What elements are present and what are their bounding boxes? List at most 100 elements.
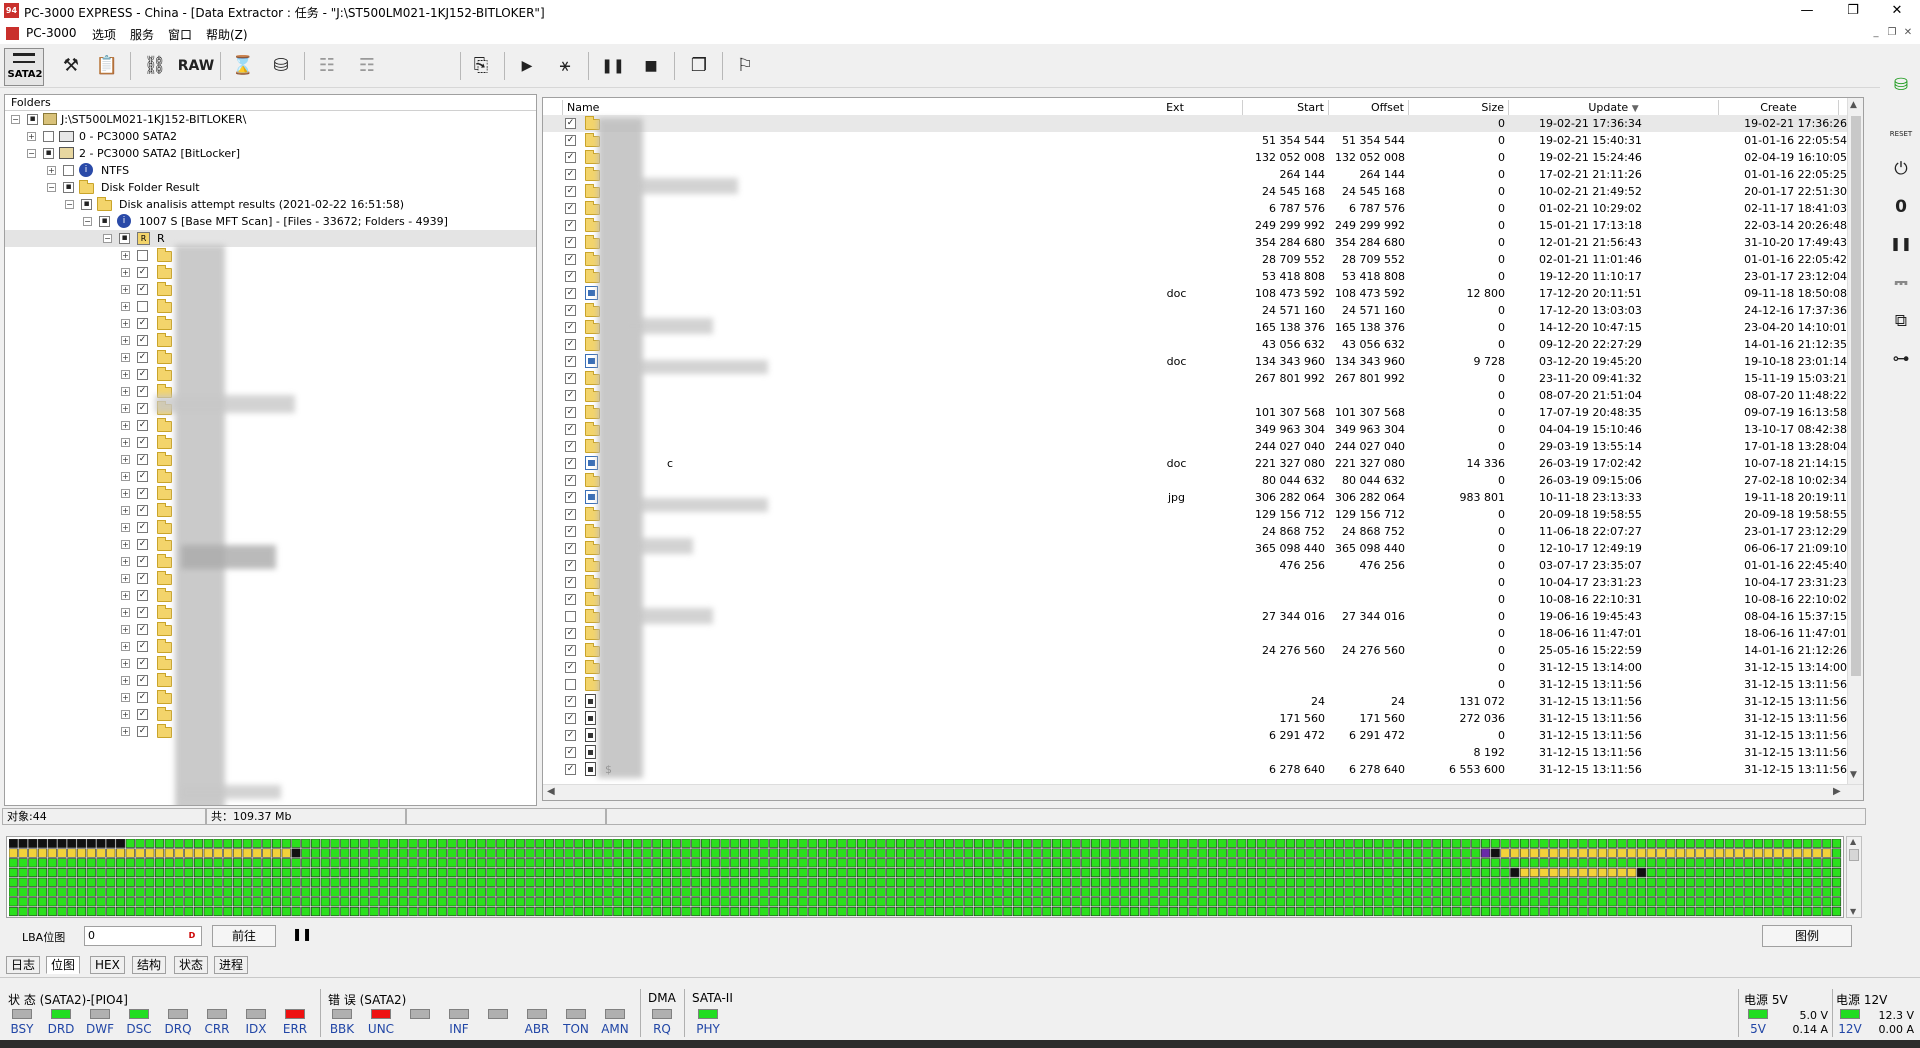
checkbox[interactable] xyxy=(137,301,148,312)
file-checkbox[interactable]: ✓ xyxy=(565,322,576,333)
column-ext[interactable]: Ext xyxy=(1108,100,1243,116)
checkbox[interactable]: ✓ xyxy=(137,369,148,380)
expand-icon[interactable]: + xyxy=(121,506,130,515)
expand-icon[interactable]: + xyxy=(121,710,130,719)
file-row[interactable]: 0 31-12-15 13:11:56 31-12-15 13:11:56 xyxy=(543,676,1848,693)
file-row[interactable]: ✓ 365 098 440 365 098 440 0 12-10-17 12:49:1… xyxy=(543,540,1848,557)
expand-icon[interactable]: + xyxy=(121,302,130,311)
checkbox[interactable]: ✓ xyxy=(137,539,148,550)
file-checkbox[interactable] xyxy=(565,679,576,690)
expand-icon[interactable]: + xyxy=(47,166,56,175)
subfolder-item[interactable]: + ✓ xyxy=(121,434,421,451)
tree-node[interactable]: − ▪ Disk analisis attempt results (2021-… xyxy=(63,196,533,213)
scroll-down-icon[interactable]: ▼ xyxy=(1850,907,1856,916)
raw-button[interactable]: RAW xyxy=(176,50,216,82)
file-checkbox[interactable]: ✓ xyxy=(565,135,576,146)
checkbox[interactable]: ✓ xyxy=(137,386,148,397)
checkbox[interactable]: ✓ xyxy=(137,488,148,499)
menu-window[interactable]: 窗口 xyxy=(168,26,192,43)
subfolder-item[interactable]: + ✓ xyxy=(121,672,421,689)
file-checkbox[interactable]: ✓ xyxy=(565,424,576,435)
expand-icon[interactable]: + xyxy=(121,489,130,498)
checkbox[interactable]: ▪ xyxy=(119,233,130,244)
file-checkbox[interactable]: ✓ xyxy=(565,475,576,486)
checkbox[interactable]: ✓ xyxy=(137,267,148,278)
file-row[interactable]: ✓ 53 418 808 53 418 808 0 19-12-20 11:10:17 2… xyxy=(543,268,1848,285)
collapse-icon[interactable]: − xyxy=(11,115,20,124)
scroll-left-icon[interactable]: ◀ xyxy=(547,786,555,797)
file-checkbox[interactable]: ✓ xyxy=(565,577,576,588)
expand-icon[interactable]: + xyxy=(121,642,130,651)
subfolder-item[interactable]: + xyxy=(121,298,421,315)
subfolder-item[interactable]: + ✓ xyxy=(121,281,421,298)
file-row[interactable]: ✓ 0 18-06-16 11:47:01 18-06-16 11:47:01 xyxy=(543,625,1848,642)
checkbox[interactable]: ✓ xyxy=(137,505,148,516)
checkbox[interactable]: ✓ xyxy=(137,726,148,737)
relay-icon[interactable]: ⎓ xyxy=(1886,268,1916,298)
file-row[interactable]: ✓ 24 545 168 24 545 168 0 10-02-21 21:49:52 2… xyxy=(543,183,1848,200)
expand-icon[interactable]: + xyxy=(121,251,130,260)
file-row[interactable]: ✓ 28 709 552 28 709 552 0 02-01-21 11:01:46 0… xyxy=(543,251,1848,268)
subfolder-item[interactable]: + ✓ xyxy=(121,621,421,638)
file-checkbox[interactable]: ✓ xyxy=(565,492,576,503)
file-row[interactable]: ✓ 8 192 31-12-15 13:11:56 31-12-15 13:11:56 xyxy=(543,744,1848,761)
checkbox[interactable]: ✓ xyxy=(137,403,148,414)
play-icon[interactable]: ▶ xyxy=(510,50,544,82)
file-row[interactable]: ✓ 0 10-08-16 22:10:31 10-08-16 22:10:02 xyxy=(543,591,1848,608)
file-checkbox[interactable]: ✓ xyxy=(565,645,576,656)
tab-hex[interactable]: HEX xyxy=(90,956,125,974)
subfolder-item[interactable]: + ✓ xyxy=(121,689,421,706)
expand-icon[interactable]: + xyxy=(121,557,130,566)
file-row[interactable]: ✓ 349 963 304 349 963 304 0 04-04-19 15:10:4… xyxy=(543,421,1848,438)
file-checkbox[interactable]: ✓ xyxy=(565,628,576,639)
expand-icon[interactable]: + xyxy=(121,659,130,668)
zero-icon[interactable]: 0 xyxy=(1886,192,1916,222)
checkbox[interactable]: ✓ xyxy=(137,522,148,533)
expand-icon[interactable]: + xyxy=(121,676,130,685)
file-checkbox[interactable]: ✓ xyxy=(565,220,576,231)
expand-icon[interactable]: + xyxy=(121,404,130,413)
power-icon[interactable]: ⏻ xyxy=(1886,154,1916,184)
checkbox[interactable]: ▪ xyxy=(43,148,54,159)
copy-icon[interactable]: ⧉ xyxy=(1886,306,1916,336)
file-checkbox[interactable]: ✓ xyxy=(565,305,576,316)
subfolder-item[interactable]: + ✓ xyxy=(121,587,421,604)
file-row[interactable]: 27 344 016 27 344 016 0 19-06-16 19:45:43 08… xyxy=(543,608,1848,625)
close-button[interactable]: ✕ xyxy=(1874,0,1920,24)
column-create[interactable]: Create xyxy=(1719,100,1839,116)
expand-icon[interactable]: + xyxy=(121,438,130,447)
expand-icon[interactable]: + xyxy=(121,353,130,362)
checkbox[interactable]: ▪ xyxy=(63,182,74,193)
file-checkbox[interactable]: ✓ xyxy=(565,169,576,180)
vertical-scrollbar[interactable]: ▲ ▼ xyxy=(1847,98,1863,784)
file-row[interactable]: ✓ 6 291 472 6 291 472 0 31-12-15 13:11:56 31-… xyxy=(543,727,1848,744)
subfolder-item[interactable]: + ✓ xyxy=(121,485,421,502)
subfolder-item[interactable]: + ✓ xyxy=(121,417,421,434)
database-icon[interactable]: ⛁ xyxy=(1886,70,1916,100)
checkbox[interactable]: ✓ xyxy=(137,675,148,686)
checkbox[interactable]: ✓ xyxy=(137,641,148,652)
file-row[interactable]: ✓ 24 276 560 24 276 560 0 25-05-16 15:22:59 1… xyxy=(543,642,1848,659)
expand-icon[interactable]: + xyxy=(121,472,130,481)
menu-pc3000[interactable]: PC-3000 xyxy=(26,26,76,40)
checkbox[interactable]: ✓ xyxy=(137,573,148,584)
horizontal-scrollbar[interactable]: ◀ ▶ xyxy=(543,784,1863,800)
subfolder-item[interactable]: + xyxy=(121,247,421,264)
menu-options[interactable]: 选项 xyxy=(92,26,116,43)
collapse-icon[interactable]: − xyxy=(103,234,112,243)
checkbox[interactable]: ▪ xyxy=(81,199,92,210)
file-checkbox[interactable]: ✓ xyxy=(565,271,576,282)
scroll-down-icon[interactable]: ▼ xyxy=(1850,770,1857,780)
checkbox[interactable]: ✓ xyxy=(137,318,148,329)
disk-export-icon[interactable]: ⛁ xyxy=(264,50,298,82)
file-checkbox[interactable]: ✓ xyxy=(565,458,576,469)
tab-bitmap[interactable]: 位图 xyxy=(46,956,81,974)
bitmap-scrollbar[interactable]: ▲ ▼ xyxy=(1846,836,1862,918)
checkbox[interactable]: ✓ xyxy=(137,471,148,482)
file-row[interactable]: ✓$6 278 6406 278 6406 553 60031-12-15 13… xyxy=(543,761,1848,778)
subfolder-item[interactable]: + ✓ xyxy=(121,723,421,740)
file-checkbox[interactable]: ✓ xyxy=(565,203,576,214)
subfolder-item[interactable]: + ✓ xyxy=(121,638,421,655)
file-checkbox[interactable]: ✓ xyxy=(565,526,576,537)
file-row[interactable]: ✓ 354 284 680 354 284 680 0 12-01-21 21:56:4… xyxy=(543,234,1848,251)
